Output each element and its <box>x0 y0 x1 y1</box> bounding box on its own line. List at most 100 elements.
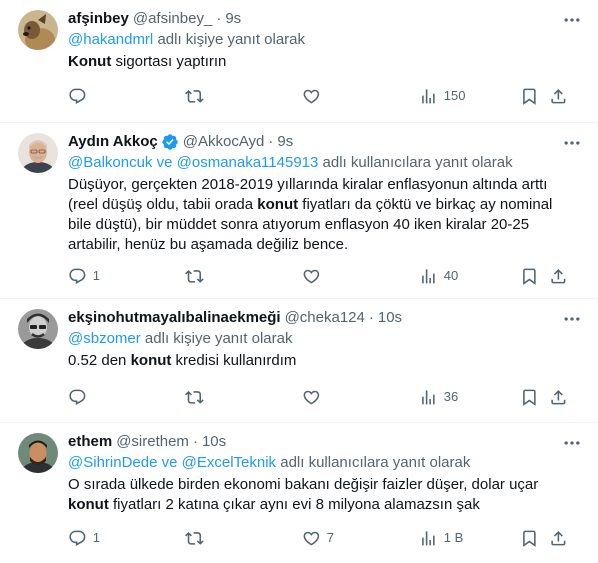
share-icon <box>551 88 566 104</box>
action-bar: 150 <box>68 86 582 106</box>
views-icon <box>422 88 435 104</box>
mention-joiner: ve <box>156 154 173 171</box>
reply-context: @SihrinDede ve @ExcelTeknik adlı kullanı… <box>68 453 582 473</box>
view-count: 40 <box>443 268 459 283</box>
more-options-button[interactable] <box>562 133 582 153</box>
timeline-feed: afşinbey @afsinbey_ · 9s @hakandmrl adlı… <box>0 0 598 563</box>
share-icon <box>551 530 566 546</box>
bookmark-button[interactable] <box>520 387 539 407</box>
reply-suffix: adlı kişiye yanıt olarak <box>144 330 293 347</box>
bookmark-button[interactable] <box>520 86 539 106</box>
like-icon <box>303 269 320 284</box>
bookmark-icon <box>523 88 536 105</box>
tweet-header: afşinbey @afsinbey_ · 9s <box>68 9 242 29</box>
tweet[interactable]: ekşinohutmayalıbalinaekmeği @cheka124 · … <box>0 299 598 423</box>
reply-context: @sbzomer adlı kişiye yanıt olarak <box>68 329 582 349</box>
reply-suffix: adlı kullanıcılara yanıt olarak <box>322 154 513 171</box>
like-button[interactable] <box>302 387 327 407</box>
more-options-button[interactable] <box>562 309 582 329</box>
views-icon <box>422 268 435 284</box>
retweet-button[interactable] <box>185 387 210 407</box>
bookmark-button[interactable] <box>520 528 539 548</box>
avatar[interactable] <box>18 309 58 349</box>
reply-icon <box>69 88 86 104</box>
reply-count: 1 <box>92 530 100 545</box>
author-handle[interactable]: @sirethem <box>116 432 189 452</box>
reply-button[interactable]: 1 <box>68 528 100 548</box>
like-icon <box>303 390 320 405</box>
views-button[interactable]: 1 B <box>419 528 463 548</box>
more-icon <box>564 317 580 321</box>
tweet-header: Aydın Akkoç @AkkocAyd · 9s <box>68 132 294 152</box>
views-button[interactable]: 36 <box>419 387 458 407</box>
share-button[interactable] <box>549 528 568 548</box>
retweet-icon <box>185 390 204 404</box>
mention-link[interactable]: @osmanaka1145913 <box>177 154 319 171</box>
more-options-button[interactable] <box>562 433 582 453</box>
retweet-icon <box>185 269 204 283</box>
share-button[interactable] <box>549 266 568 286</box>
views-button[interactable]: 40 <box>419 266 458 286</box>
mention-joiner: ve <box>161 454 178 471</box>
author-name[interactable]: Aydın Akkoç <box>68 132 158 152</box>
like-count: 7 <box>326 530 334 545</box>
tweet[interactable]: afşinbey @afsinbey_ · 9s @hakandmrl adlı… <box>0 0 598 123</box>
mention-link[interactable]: @Balkoncuk <box>68 154 152 171</box>
like-icon <box>303 89 320 104</box>
view-count: 1 B <box>443 530 464 545</box>
reply-context: @Balkoncuk ve @osmanaka1145913 adlı kull… <box>68 153 582 173</box>
timestamp[interactable]: 10s <box>202 432 226 452</box>
author-name[interactable]: afşinbey <box>68 9 129 29</box>
mention-link[interactable]: @SihrinDede <box>68 454 157 471</box>
tweet[interactable]: Aydın Akkoç @AkkocAyd · 9s @Balkoncuk ve… <box>0 123 598 299</box>
retweet-button[interactable] <box>185 86 210 106</box>
author-name[interactable]: ethem <box>68 432 112 452</box>
mention-link[interactable]: @hakandmrl <box>68 31 153 48</box>
author-handle[interactable]: @cheka124 <box>285 308 365 328</box>
avatar[interactable] <box>18 10 58 50</box>
reply-icon <box>69 530 86 546</box>
reply-icon <box>69 268 86 284</box>
reply-button[interactable] <box>68 86 93 106</box>
retweet-button[interactable] <box>185 266 210 286</box>
retweet-button[interactable] <box>185 528 210 548</box>
share-icon <box>551 389 566 405</box>
mention-link[interactable]: @ExcelTeknik <box>182 454 276 471</box>
retweet-icon <box>185 89 204 103</box>
share-icon <box>551 268 566 284</box>
timestamp[interactable]: 9s <box>277 132 293 152</box>
share-button[interactable] <box>549 387 568 407</box>
avatar[interactable] <box>18 433 58 473</box>
more-icon <box>564 441 580 445</box>
bookmark-icon <box>523 268 536 285</box>
retweet-icon <box>185 531 204 545</box>
reply-button[interactable]: 1 <box>68 266 100 286</box>
views-icon <box>422 389 435 405</box>
reply-context: @hakandmrl adlı kişiye yanıt olarak <box>68 30 582 50</box>
reply-button[interactable] <box>68 387 93 407</box>
action-bar: 1 40 <box>68 266 582 286</box>
views-button[interactable]: 150 <box>419 86 465 106</box>
reply-suffix: adlı kullanıcılara yanıt olarak <box>280 454 471 471</box>
reply-count: 1 <box>92 268 100 283</box>
more-icon <box>564 18 580 22</box>
like-button[interactable]: 7 <box>302 528 334 548</box>
author-handle[interactable]: @afsinbey_ <box>133 9 212 29</box>
verified-badge-icon[interactable] <box>161 133 179 151</box>
like-button[interactable] <box>302 86 327 106</box>
like-button[interactable] <box>302 266 327 286</box>
tweet[interactable]: ethem @sirethem · 10s @SihrinDede ve @Ex… <box>0 423 598 563</box>
author-handle[interactable]: @AkkocAyd <box>183 132 265 152</box>
tweet-text: Konut sigortası yaptırın <box>68 53 227 70</box>
author-name[interactable]: ekşinohutmayalıbalinaekmeği <box>68 308 281 328</box>
mention-link[interactable]: @sbzomer <box>68 330 141 347</box>
reply-icon <box>69 389 86 405</box>
action-bar: 36 <box>68 387 582 407</box>
timestamp[interactable]: 10s <box>378 308 402 328</box>
timestamp[interactable]: 9s <box>225 9 241 29</box>
more-icon <box>564 141 580 145</box>
more-options-button[interactable] <box>562 10 582 30</box>
avatar[interactable] <box>18 133 58 173</box>
share-button[interactable] <box>549 86 568 106</box>
bookmark-button[interactable] <box>520 266 539 286</box>
